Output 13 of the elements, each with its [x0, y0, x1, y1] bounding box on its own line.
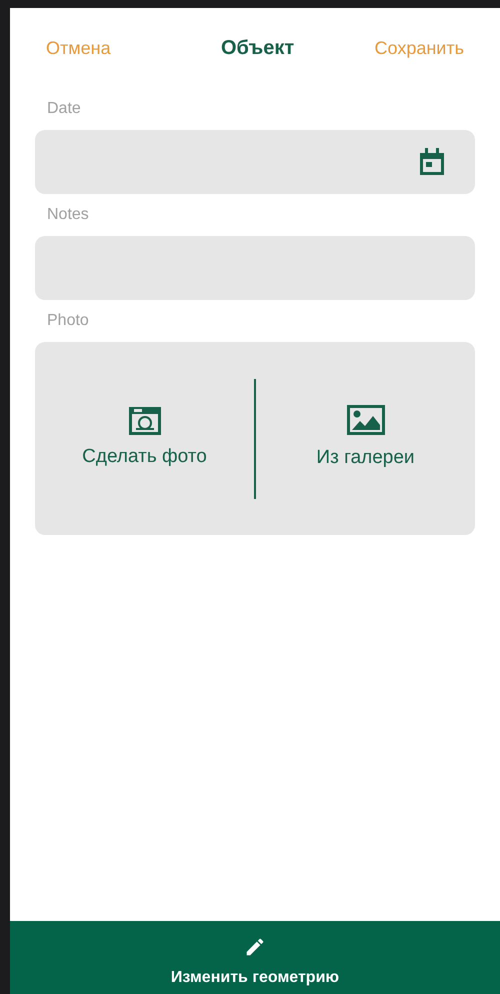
- screen-title: Объект: [220, 36, 294, 61]
- gallery-button[interactable]: Из галереи: [256, 404, 475, 473]
- field-label: Notes: [46, 205, 90, 225]
- take-photo-button[interactable]: Сделать фото: [35, 405, 254, 472]
- camera-icon: [128, 405, 162, 436]
- edit-geometry-button[interactable]: Изменить геометрию: [10, 921, 500, 994]
- field-label: Photo: [46, 311, 90, 331]
- notes-field[interactable]: [35, 236, 475, 300]
- pencil-icon: [244, 936, 266, 958]
- image-icon: [346, 404, 386, 436]
- calendar-icon[interactable]: [419, 148, 445, 176]
- field-label: Date: [46, 99, 82, 119]
- date-field[interactable]: [35, 130, 475, 194]
